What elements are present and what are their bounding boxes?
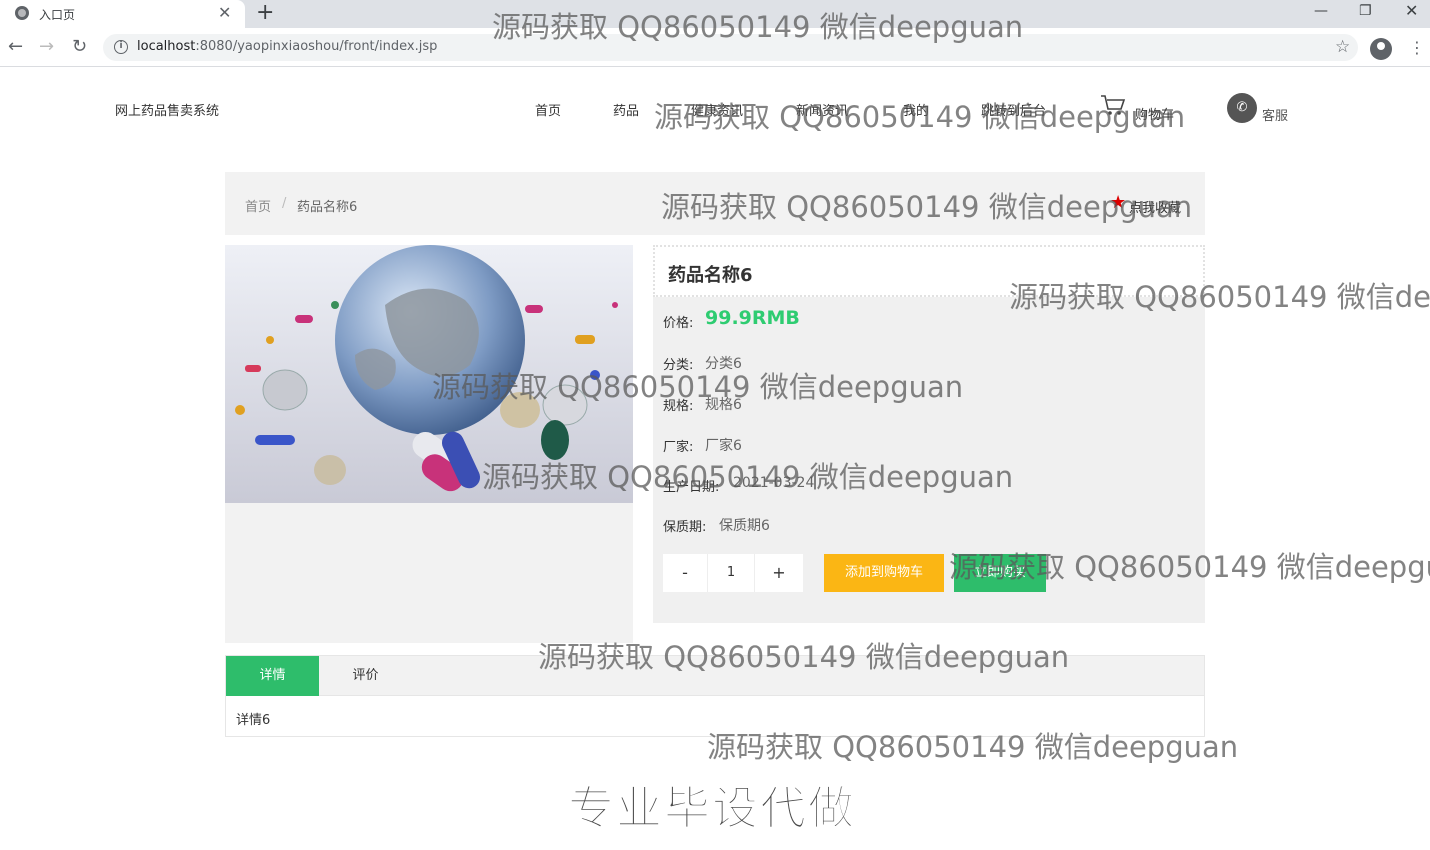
nav-mine[interactable]: 我的 [903,100,929,119]
profile-icon[interactable] [1370,38,1392,60]
nav-health-info[interactable]: 健康资讯 [691,100,743,119]
address-bar[interactable]: i localhost:8080/yaopinxiaoshou/front/in… [103,34,1358,61]
new-tab-icon[interactable]: + [256,1,274,25]
tabs-header: 详情 评价 [226,656,1204,696]
category-value: 分类6 [705,356,742,372]
nav-news[interactable]: 新闻资讯 [796,100,848,119]
category-label: 分类: [663,358,694,373]
detail-tabs: 详情 评价 详情6 [225,655,1205,737]
product-info-panel: 药品名称6 价格: 99.9RMB 分类: 分类6 规格: 规格6 厂家: 厂家… [653,245,1205,623]
site-title: 网上药品售卖系统 [115,104,220,119]
breadcrumb-home[interactable]: 首页 [245,196,271,215]
shelf-life-label: 保质期: [663,520,707,535]
browser-toolbar: ← → ↻ i localhost:8080/yaopinxiaoshou/fr… [0,28,1430,67]
production-date-value: 2021-03-24 [733,475,815,491]
tab-content: 详情6 [236,713,271,728]
spec-value: 规格6 [705,397,742,413]
globe-icon [15,6,29,20]
bookmark-star-icon[interactable]: ☆ [1335,37,1350,57]
favorite-star-icon[interactable]: ★ [1110,192,1126,213]
reload-icon[interactable]: ↻ [72,36,87,58]
spec-label: 规格: [663,399,694,414]
add-to-cart-button[interactable]: 添加到购物车 [824,554,944,592]
tab-review[interactable]: 评价 [319,656,412,696]
minimize-icon[interactable]: — [1314,2,1328,20]
product-name-box: 药品名称6 [653,245,1205,297]
price-value: 99.9RMB [705,307,800,329]
breadcrumb-current: 药品名称6 [297,200,358,215]
product-image[interactable] [225,245,633,503]
nav-admin[interactable]: 跳转到后台 [981,100,1046,119]
browser-tab[interactable]: 入口页 ✕ [0,0,245,28]
browser-menu-icon[interactable]: ⋮ [1409,38,1425,58]
wechat-icon[interactable]: ✆ [1227,93,1257,123]
buy-now-button[interactable]: 立即购买 [954,554,1046,592]
breadcrumb: 首页 / 药品名称6 ★ 点我收藏 [225,172,1205,235]
quantity-decrease-button[interactable]: - [663,554,707,592]
nav-medicine[interactable]: 药品 [613,100,639,119]
browser-tab-title: 入口页 [39,8,76,22]
back-icon[interactable]: ← [8,36,23,58]
browser-tabstrip: 入口页 ✕ + — ❐ ✕ [0,0,1430,28]
manufacturer-value: 厂家6 [705,438,742,454]
product-name: 药品名称6 [668,265,753,286]
customer-service-link[interactable]: 客服 [1262,105,1288,124]
info-icon[interactable]: i [114,40,128,54]
nav-home[interactable]: 首页 [535,100,561,119]
production-date-label: 生产日期: [663,480,720,495]
quantity-input[interactable]: 1 [707,554,755,592]
forward-icon[interactable]: → [39,36,54,58]
cart-icon[interactable] [1100,93,1126,117]
tab-detail[interactable]: 详情 [226,656,319,696]
close-tab-icon[interactable]: ✕ [218,3,231,23]
cart-link[interactable]: 购物车 [1135,104,1174,123]
product-gallery [225,245,633,643]
url-text: localhost:8080/yaopinxiaoshou/front/inde… [137,39,438,54]
manufacturer-label: 厂家: [663,440,694,455]
favorite-button[interactable]: 点我收藏 [1129,197,1181,216]
restore-icon[interactable]: ❐ [1359,2,1372,20]
shelf-life-value: 保质期6 [719,518,770,534]
breadcrumb-separator: / [282,196,287,211]
window-close-icon[interactable]: ✕ [1405,2,1418,20]
quantity-increase-button[interactable]: + [755,554,803,592]
price-label: 价格: [663,316,694,331]
promo-banner-text: 专业毕设代做 [568,781,856,836]
